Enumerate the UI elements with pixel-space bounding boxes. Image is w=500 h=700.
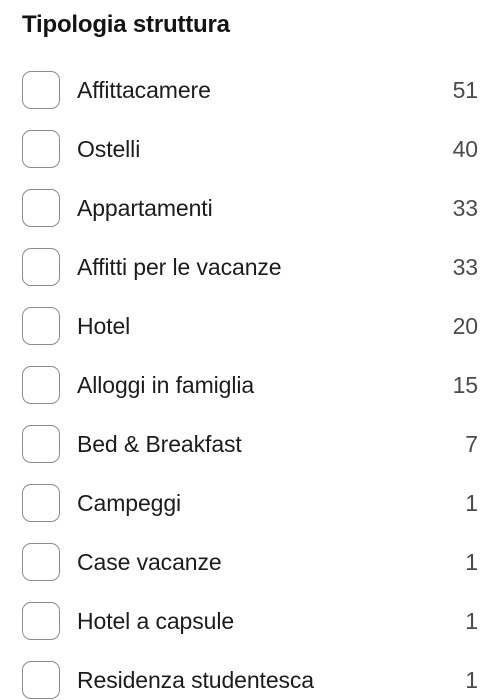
unchecked-checkbox-icon[interactable] bbox=[22, 188, 60, 227]
facet-label: Hotel a capsule bbox=[77, 607, 235, 634]
facet-count: 1 bbox=[465, 666, 478, 693]
page-title: Tipologia struttura bbox=[22, 11, 230, 38]
facet-label: Alloggi in famiglia bbox=[77, 371, 255, 398]
facet-count: 33 bbox=[452, 253, 478, 280]
facet-row[interactable]: Campeggi 1 bbox=[0, 473, 500, 532]
facet-label: Residenza studentesca bbox=[77, 666, 314, 693]
facet-count: 40 bbox=[452, 135, 478, 162]
facet-row[interactable]: Alloggi in famiglia 15 bbox=[0, 355, 500, 414]
facet-label: Appartamenti bbox=[77, 194, 213, 221]
unchecked-checkbox-icon[interactable] bbox=[22, 306, 60, 345]
facet-row[interactable]: Hotel 20 bbox=[0, 296, 500, 355]
facet-row[interactable]: Bed & Breakfast 7 bbox=[0, 414, 500, 473]
facet-label: Affitti per le vacanze bbox=[77, 253, 282, 280]
facet-row[interactable]: Residenza studentesca 1 bbox=[0, 650, 500, 700]
facet-label: Campeggi bbox=[77, 489, 182, 516]
facet-label: Affittacamere bbox=[77, 76, 211, 103]
facet-count: 20 bbox=[452, 312, 478, 339]
facet-label: Ostelli bbox=[77, 135, 141, 162]
facet-row[interactable]: Affittacamere 51 bbox=[0, 60, 500, 119]
unchecked-checkbox-icon[interactable] bbox=[22, 70, 60, 109]
unchecked-checkbox-icon[interactable] bbox=[22, 365, 60, 404]
unchecked-checkbox-icon[interactable] bbox=[22, 660, 60, 699]
facet-count: 15 bbox=[452, 371, 478, 398]
facet-count: 33 bbox=[452, 194, 478, 221]
facet-row[interactable]: Affitti per le vacanze 33 bbox=[0, 237, 500, 296]
facet-row[interactable]: Appartamenti 33 bbox=[0, 178, 500, 237]
facet-count: 7 bbox=[465, 430, 478, 457]
facet-label: Case vacanze bbox=[77, 548, 222, 575]
facet-count: 51 bbox=[452, 76, 478, 103]
facet-label: Bed & Breakfast bbox=[77, 430, 242, 457]
unchecked-checkbox-icon[interactable] bbox=[22, 424, 60, 463]
unchecked-checkbox-icon[interactable] bbox=[22, 129, 60, 168]
facet-count: 1 bbox=[465, 607, 478, 634]
facet-count: 1 bbox=[465, 489, 478, 516]
facet-row[interactable]: Hotel a capsule 1 bbox=[0, 591, 500, 650]
unchecked-checkbox-icon[interactable] bbox=[22, 601, 60, 640]
unchecked-checkbox-icon[interactable] bbox=[22, 247, 60, 286]
facet-count: 1 bbox=[465, 548, 478, 575]
facet-row[interactable]: Case vacanze 1 bbox=[0, 532, 500, 591]
tipologia-struttura-facet-panel: Tipologia struttura Affittacamere 51 Ostel… bbox=[0, 0, 500, 700]
facet-option-list: Affittacamere 51 Ostelli 40 Appartamenti 33 Af… bbox=[0, 60, 500, 700]
unchecked-checkbox-icon[interactable] bbox=[22, 542, 60, 581]
facet-label: Hotel bbox=[77, 312, 131, 339]
facet-row[interactable]: Ostelli 40 bbox=[0, 119, 500, 178]
unchecked-checkbox-icon[interactable] bbox=[22, 483, 60, 522]
